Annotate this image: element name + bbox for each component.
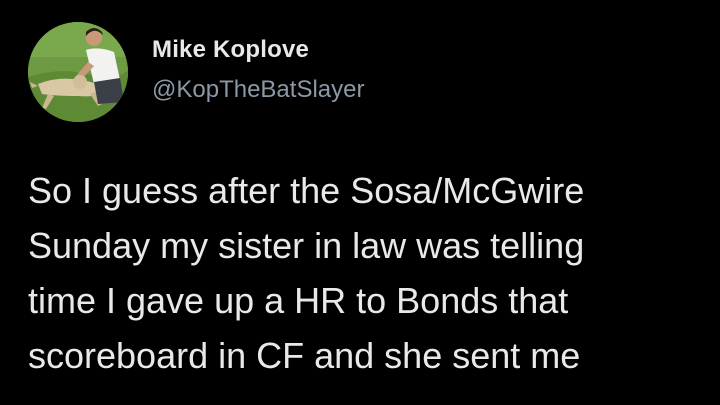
tweet-text-line: scoreboard in CF and she sent me	[28, 335, 581, 376]
avatar[interactable]	[28, 22, 128, 122]
author-handle[interactable]: @KopTheBatSlayer	[152, 76, 364, 104]
tweet-text: So I guess after the Sosa/McGwire Sunday…	[28, 163, 720, 383]
avatar-photo-icon	[28, 22, 128, 122]
tweet-text-line: time I gave up a HR to Bonds that	[28, 280, 569, 321]
tweet-text-line: Sunday my sister in law was telling	[28, 225, 585, 266]
author-display-name[interactable]: Mike Koplove	[152, 36, 309, 64]
tweet-text-line: So I guess after the Sosa/McGwire	[28, 170, 585, 211]
